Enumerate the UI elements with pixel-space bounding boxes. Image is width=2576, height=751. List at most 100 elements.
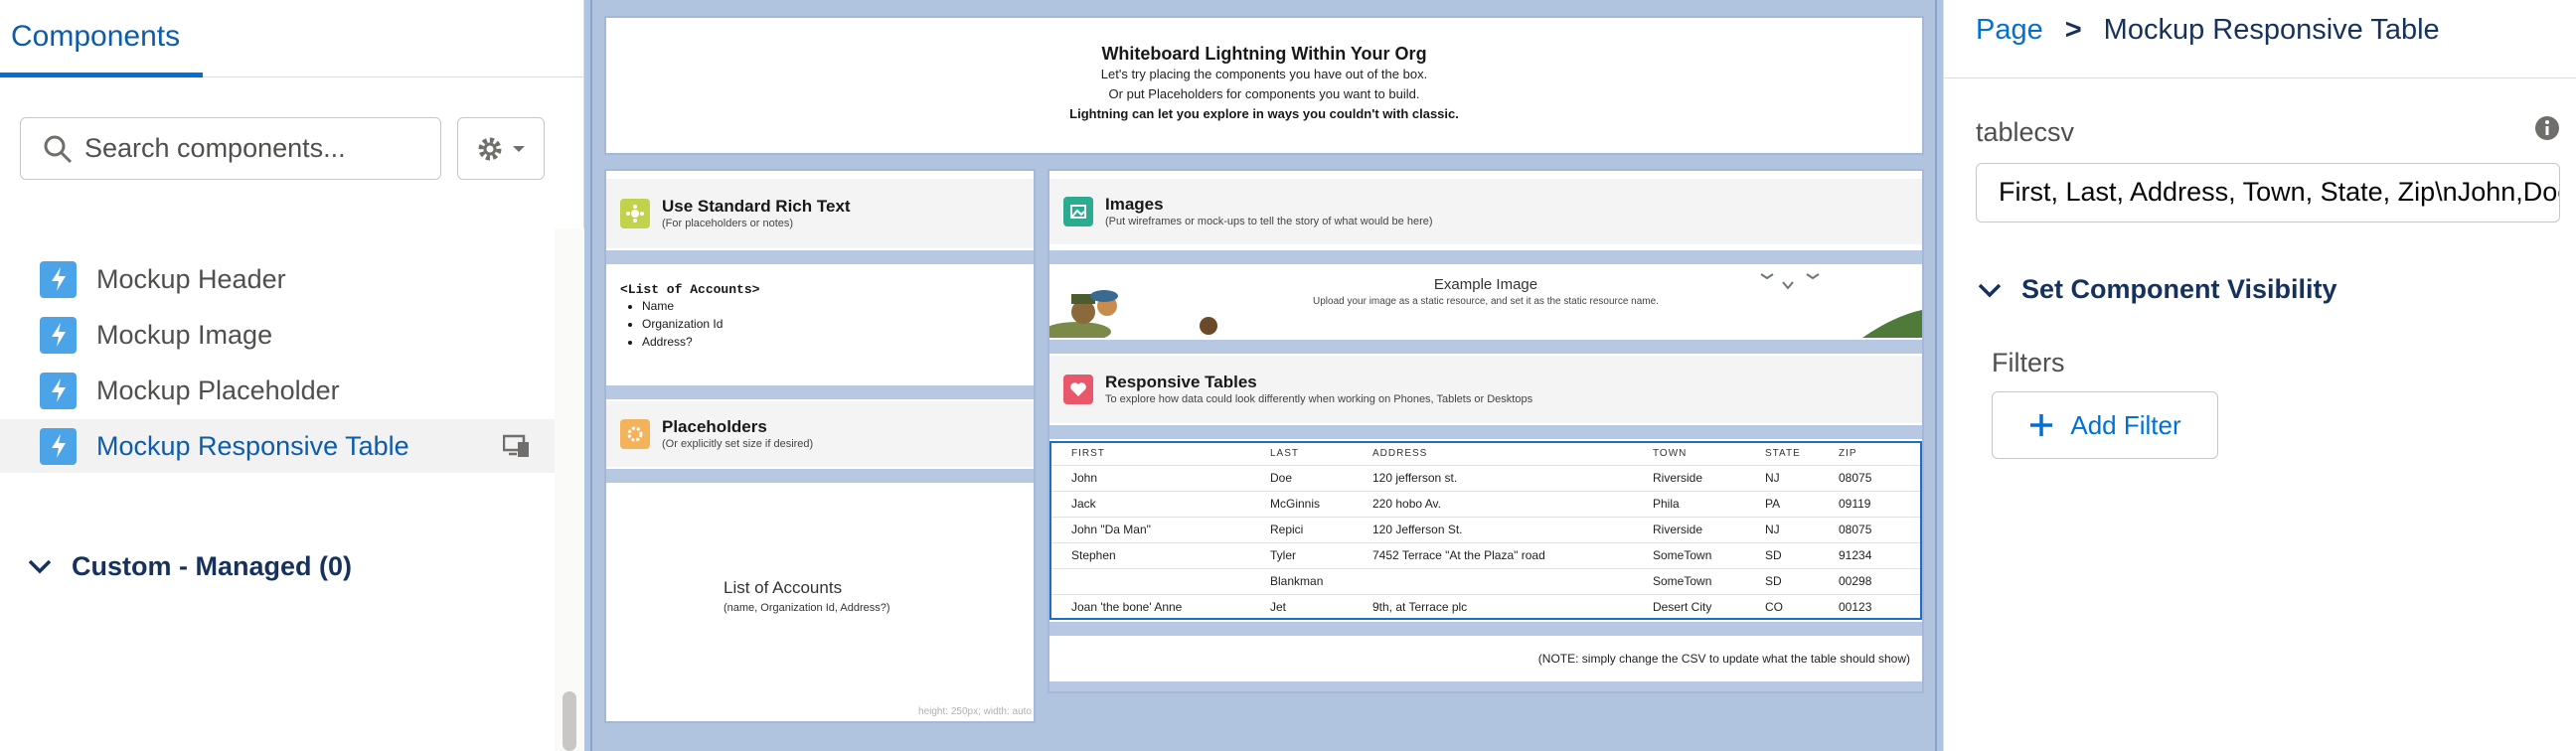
table-cell: Stephen <box>1051 541 1250 568</box>
heart-icon <box>1063 375 1093 404</box>
divider-band <box>1049 340 1922 354</box>
lightning-icon <box>40 372 77 409</box>
rich-text-content[interactable]: <List of Accounts> Name Organization Id … <box>620 282 759 351</box>
settings-menu-button[interactable] <box>457 117 545 180</box>
component-item-mockup-header[interactable]: Mockup Header <box>0 252 557 306</box>
placeholder-box[interactable]: List of Accounts (name, Organization Id,… <box>606 483 1034 721</box>
lightning-icon <box>40 260 77 298</box>
chevron-down-icon <box>1978 283 2002 297</box>
table-cell: Doe <box>1250 464 1353 491</box>
section-subtitle: (Or explicitly set size if desired) <box>662 438 814 450</box>
table-cell <box>1353 567 1633 594</box>
section-label: Custom - Managed (0) <box>72 550 353 581</box>
table-cell: 120 jefferson st. <box>1353 464 1633 491</box>
column-header: LAST <box>1270 448 1300 460</box>
table-cell: McGinnis <box>1250 490 1353 517</box>
header-title: Whiteboard Lightning Within Your Org <box>1101 44 1427 64</box>
list-item: Organization Id <box>642 315 759 333</box>
table-cell: 220 hobo Av. <box>1353 490 1633 517</box>
placeholder-subtitle: (name, Organization Id, Address?) <box>724 602 890 614</box>
table-cell: CO <box>1745 593 1819 620</box>
table-cell: PA <box>1745 490 1819 517</box>
column-header: STATE <box>1765 448 1801 460</box>
plus-icon <box>2030 414 2053 436</box>
component-item-mockup-placeholder[interactable]: Mockup Placeholder <box>0 364 557 417</box>
rich-text-header[interactable]: Use Standard Rich Text (For placeholders… <box>606 179 1034 248</box>
section-title: Responsive Tables <box>1105 373 1257 391</box>
section-title: Use Standard Rich Text <box>662 197 851 216</box>
responsive-table[interactable]: FIRST LAST ADDRESS TOWN STATE ZIP John Do… <box>1049 441 1922 620</box>
table-cell: John <box>1051 464 1250 491</box>
breadcrumb-current: Mockup Responsive Table <box>2103 14 2440 46</box>
header-divider <box>1944 77 2576 78</box>
custom-managed-section[interactable]: Custom - Managed (0) <box>28 544 352 588</box>
component-label: Mockup Header <box>96 263 286 294</box>
divider-band <box>606 250 1034 264</box>
divider-band <box>1049 681 1922 691</box>
images-header[interactable]: Images (Put wireframes or mock-ups to te… <box>1049 179 1922 244</box>
scrollbar-thumb[interactable] <box>563 691 576 751</box>
left-column: Use Standard Rich Text (For placeholders… <box>604 169 1036 723</box>
component-item-mockup-responsive-table[interactable]: Mockup Responsive Table <box>0 419 557 473</box>
table-cell: NJ <box>1745 464 1819 491</box>
mascot-illustration <box>1049 273 1922 338</box>
page-canvas: Whiteboard Lightning Within Your Org Let… <box>584 0 1943 751</box>
list-title: <List of Accounts> <box>620 282 760 297</box>
table-cell: 00123 <box>1819 593 1920 620</box>
table-cell: Phila <box>1633 490 1745 517</box>
section-subtitle: To explore how data could look different… <box>1105 393 1533 405</box>
mockup-header-component[interactable]: Whiteboard Lightning Within Your Org Let… <box>604 16 1924 155</box>
tablecsv-input[interactable]: First, Last, Address, Town, State, Zip\n… <box>1976 163 2560 223</box>
properties-panel: Page > Mockup Responsive Table tablecsv … <box>1943 0 2576 751</box>
table-cell: 08075 <box>1819 464 1920 491</box>
column-header: FIRST <box>1071 448 1105 460</box>
table-cell: 09119 <box>1819 490 1920 517</box>
component-item-mockup-image[interactable]: Mockup Image <box>0 308 557 362</box>
divider-band <box>606 385 1034 399</box>
chevron-down-icon <box>28 559 52 574</box>
table-cell: SomeTown <box>1633 567 1745 594</box>
responsive-tables-header[interactable]: Responsive Tables To explore how data co… <box>1049 356 1922 423</box>
table-row: Jack McGinnis 220 hobo Av. Phila PA 09119 <box>1051 490 1920 517</box>
search-icon <box>44 135 73 164</box>
example-image[interactable]: Example Image Upload your image as a sta… <box>1049 266 1922 338</box>
placeholders-header[interactable]: Placeholders (Or explicitly set size if … <box>606 401 1034 467</box>
column-header: TOWN <box>1653 448 1688 460</box>
breadcrumb-page-link[interactable]: Page <box>1976 14 2043 47</box>
list-item: Address? <box>642 333 759 351</box>
info-icon[interactable] <box>2534 115 2560 141</box>
section-subtitle: (For placeholders or notes) <box>662 218 794 229</box>
table-cell: Joan 'the bone' Anne <box>1051 593 1250 620</box>
placeholder-icon <box>620 419 650 449</box>
section-title: Placeholders <box>662 417 767 436</box>
table-note: (NOTE: simply change the CSV to update w… <box>1537 652 1910 666</box>
tab-components[interactable]: Components <box>0 0 203 77</box>
search-placeholder: Search components... <box>84 133 346 163</box>
table-cell: Blankman <box>1250 567 1353 594</box>
lightning-icon <box>40 316 77 354</box>
table-cell: 7452 Terrace "At the Plaza" road <box>1353 541 1633 568</box>
section-subtitle: (Put wireframes or mock-ups to tell the … <box>1105 216 1433 227</box>
rich-text-icon <box>620 199 650 228</box>
chevron-down-icon <box>513 145 525 152</box>
table-cell: Riverside <box>1633 516 1745 542</box>
table-row: Blankman SomeTown SD 00298 <box>1051 567 1920 594</box>
device-icon <box>503 434 529 457</box>
search-input[interactable]: Search components... <box>20 117 441 180</box>
table-cell: 120 Jefferson St. <box>1353 516 1633 542</box>
divider-band <box>606 469 1034 483</box>
scrollbar-track[interactable] <box>555 228 584 751</box>
table-cell: Repici <box>1250 516 1353 542</box>
table-cell: 91234 <box>1819 541 1920 568</box>
add-filter-button[interactable]: Add Filter <box>1992 391 2218 459</box>
header-line-bold: Lightning can let you explore in ways yo… <box>1069 106 1459 121</box>
header-line: Let's try placing the components you hav… <box>1100 67 1428 81</box>
table-cell: 08075 <box>1819 516 1920 542</box>
component-visibility-toggle[interactable]: Set Component Visibility <box>1978 274 2337 305</box>
right-column: Images (Put wireframes or mock-ups to te… <box>1047 169 1924 693</box>
component-label: Mockup Responsive Table <box>96 430 409 461</box>
table-row: John "Da Man" Repici 120 Jefferson St. Rive… <box>1051 516 1920 542</box>
table-cell: SD <box>1745 541 1819 568</box>
components-panel: Components Search components... Mockup H… <box>0 0 584 751</box>
table-cell <box>1051 567 1250 594</box>
